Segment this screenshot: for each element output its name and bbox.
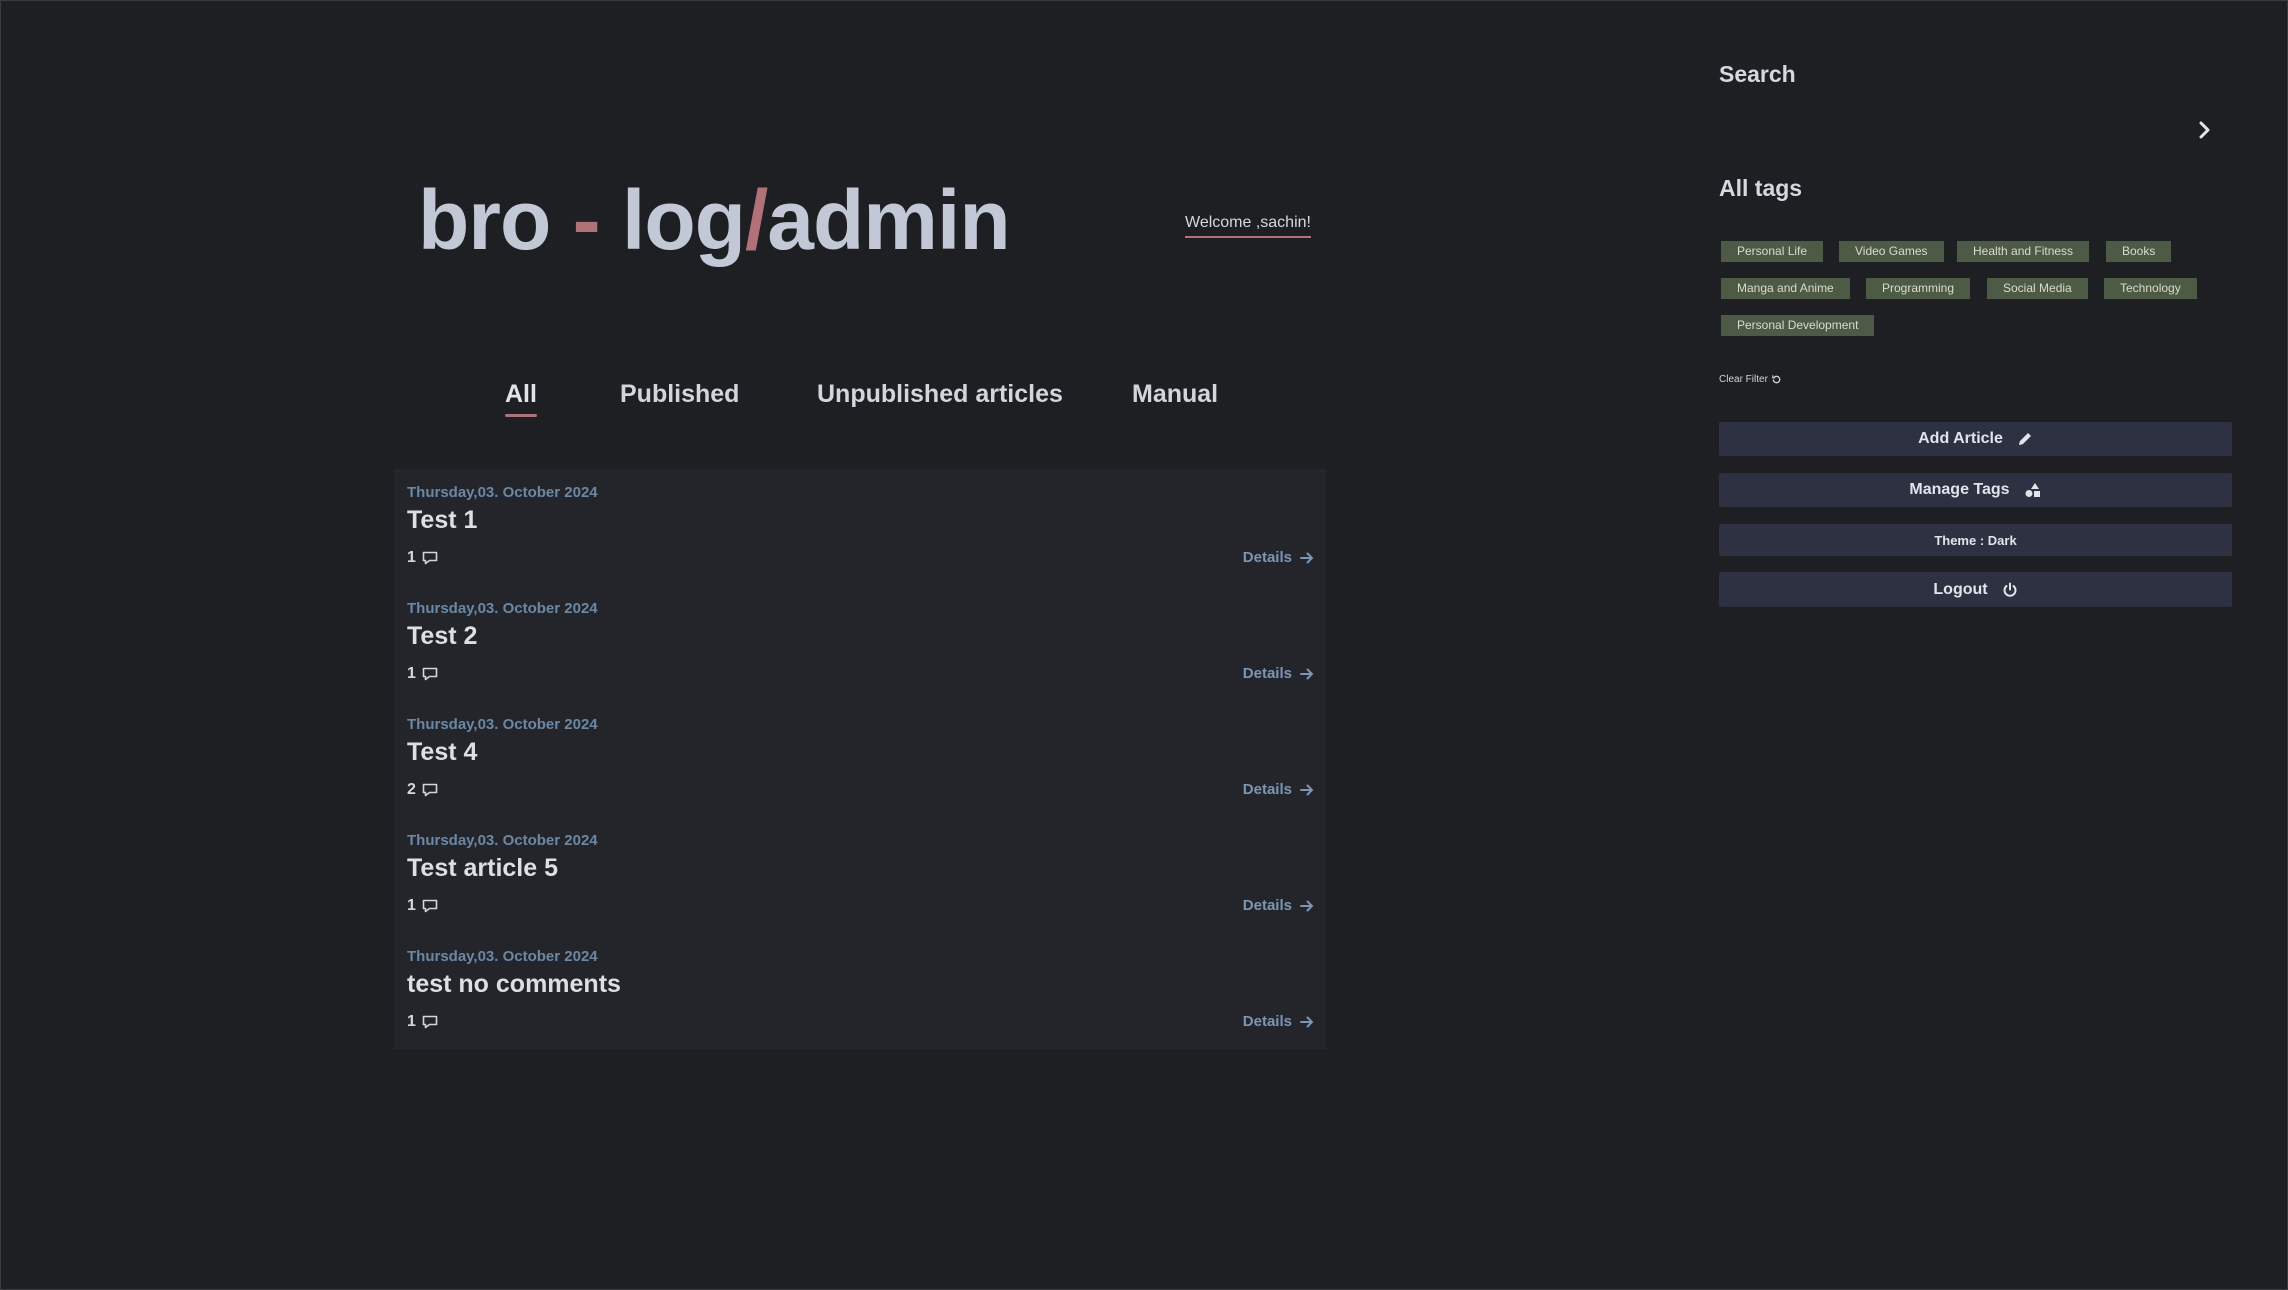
details-link[interactable]: Details xyxy=(1243,665,1314,682)
comment-count-value: 1 xyxy=(407,549,416,566)
site-logo[interactable]: bro - log/admin xyxy=(418,172,1011,269)
comment-icon xyxy=(422,667,438,681)
shapes-icon xyxy=(2025,483,2040,497)
details-label: Details xyxy=(1242,549,1292,566)
logo-text-bro: bro xyxy=(418,173,573,267)
tag-video-games[interactable]: Video Games xyxy=(1839,241,1944,262)
details-label: Details xyxy=(1242,897,1292,914)
article-title[interactable]: Test 2 xyxy=(407,622,477,651)
tab-published[interactable]: Published xyxy=(620,380,739,409)
tag-manga-and-anime[interactable]: Manga and Anime xyxy=(1721,278,1850,299)
article-item: Thursday,03. October 2024 Test 1 1 Detai… xyxy=(394,469,1326,585)
manage-tags-button[interactable]: Manage Tags xyxy=(1719,473,2232,507)
details-label: Details xyxy=(1242,665,1292,682)
comment-count-value: 1 xyxy=(407,897,416,914)
details-link[interactable]: Details xyxy=(1243,549,1314,566)
article-date: Thursday,03. October 2024 xyxy=(407,716,598,733)
tag-personal-life[interactable]: Personal Life xyxy=(1721,241,1824,262)
logo-dash: - xyxy=(572,173,601,267)
clear-filter-button[interactable]: Clear Filter xyxy=(1719,374,1782,385)
article-list: Thursday,03. October 2024 Test 1 1 Detai… xyxy=(394,469,1326,1049)
comment-count: 1 xyxy=(407,1013,438,1031)
logo-text-admin: admin xyxy=(767,173,1010,267)
article-title[interactable]: Test 1 xyxy=(407,506,477,535)
comment-count: 1 xyxy=(407,665,438,683)
arrow-right-icon xyxy=(1300,552,1313,563)
details-label: Details xyxy=(1242,1013,1292,1030)
comment-count: 2 xyxy=(407,781,438,799)
details-link[interactable]: Details xyxy=(1243,781,1314,798)
comment-icon xyxy=(422,551,438,565)
article-date: Thursday,03. October 2024 xyxy=(407,484,598,501)
tab-manual[interactable]: Manual xyxy=(1132,380,1218,409)
article-title[interactable]: Test article 5 xyxy=(407,854,558,883)
search-heading: Search xyxy=(1719,61,1796,87)
article-title[interactable]: Test 4 xyxy=(407,738,477,767)
reset-icon xyxy=(1772,375,1781,384)
article-date: Thursday,03. October 2024 xyxy=(407,948,598,965)
article-date: Thursday,03. October 2024 xyxy=(407,600,598,617)
chevron-right-icon[interactable] xyxy=(2193,119,2215,141)
add-article-label: Add Article xyxy=(1918,430,2003,447)
details-link[interactable]: Details xyxy=(1243,897,1314,914)
comment-count-value: 1 xyxy=(407,1013,416,1030)
article-item: Thursday,03. October 2024 test no commen… xyxy=(394,933,1326,1049)
manage-tags-label: Manage Tags xyxy=(1909,481,2010,498)
tag-programming[interactable]: Programming xyxy=(1866,278,1971,299)
article-title[interactable]: test no comments xyxy=(407,970,621,999)
tag-books[interactable]: Books xyxy=(2106,241,2172,262)
comment-count: 1 xyxy=(407,897,438,915)
clear-filter-label: Clear Filter xyxy=(1719,374,1768,385)
comment-icon xyxy=(422,899,438,913)
tag-social-media[interactable]: Social Media xyxy=(1987,278,2088,299)
all-tags-heading: All tags xyxy=(1719,175,1803,201)
arrow-right-icon xyxy=(1300,900,1313,911)
theme-toggle-button[interactable]: Theme : Dark xyxy=(1719,524,2232,556)
welcome-message[interactable]: Welcome ,sachin! xyxy=(1185,214,1311,238)
article-item: Thursday,03. October 2024 Test 4 2 Detai… xyxy=(394,701,1326,817)
tab-unpublished-articles[interactable]: Unpublished articles xyxy=(817,380,1063,409)
logout-label: Logout xyxy=(1933,580,1988,598)
arrow-right-icon xyxy=(1300,668,1313,679)
details-label: Details xyxy=(1242,781,1292,798)
tag-personal-development[interactable]: Personal Development xyxy=(1721,315,1875,336)
add-article-button[interactable]: Add Article xyxy=(1719,422,2232,456)
logo-text-log: log xyxy=(599,173,746,267)
theme-label: Theme : Dark xyxy=(1934,532,2017,548)
arrow-right-icon xyxy=(1300,1016,1313,1027)
comment-count-value: 1 xyxy=(407,665,416,682)
tag-health-and-fitness[interactable]: Health and Fitness xyxy=(1957,241,2090,262)
logo-slash: / xyxy=(744,173,768,267)
article-date: Thursday,03. October 2024 xyxy=(407,832,598,849)
comment-count: 1 xyxy=(407,549,438,567)
arrow-right-icon xyxy=(1300,784,1313,795)
pencil-icon xyxy=(2018,433,2031,445)
article-item: Thursday,03. October 2024 Test article 5… xyxy=(394,817,1326,933)
details-link[interactable]: Details xyxy=(1243,1013,1314,1030)
article-item: Thursday,03. October 2024 Test 2 1 Detai… xyxy=(394,585,1326,701)
logout-button[interactable]: Logout xyxy=(1719,572,2232,607)
tab-all[interactable]: All xyxy=(505,380,537,417)
comment-count-value: 2 xyxy=(407,781,416,798)
tag-technology[interactable]: Technology xyxy=(2104,278,2197,299)
comment-icon xyxy=(422,1015,438,1029)
comment-icon xyxy=(422,783,438,797)
power-icon xyxy=(2003,582,2017,597)
